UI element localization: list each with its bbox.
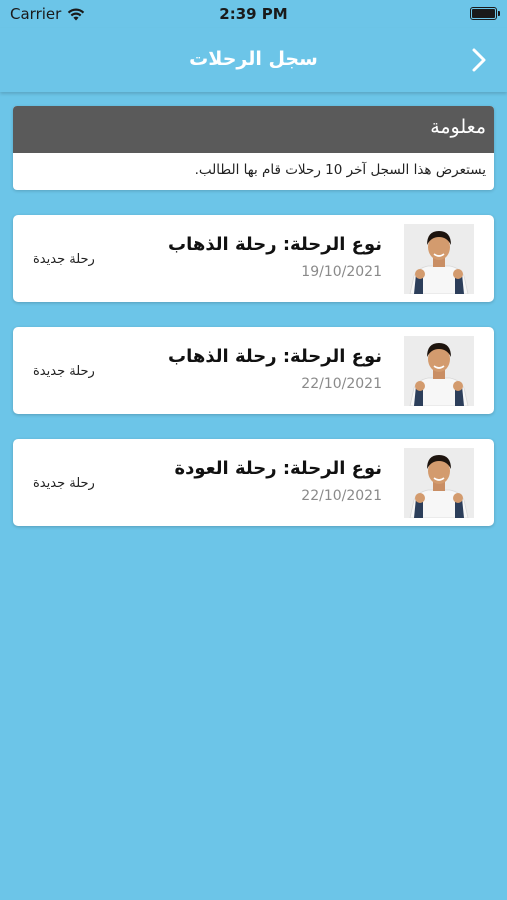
status-time: 2:39 PM: [219, 5, 288, 23]
student-avatar: [404, 224, 474, 294]
trip-title: نوع الرحلة: رحلة العودة: [174, 458, 382, 479]
info-title: معلومة: [13, 106, 494, 153]
nav-bar: سجل الرحلات: [0, 28, 507, 92]
trip-card[interactable]: نوع الرحلة: رحلة الذهاب 22/10/2021 رحلة …: [13, 327, 494, 414]
trip-status: رحلة جديدة: [33, 364, 95, 379]
page-title: سجل الرحلات: [189, 48, 318, 70]
info-card: معلومة يستعرض هذا السجل آخر 10 رحلات قام…: [13, 106, 494, 190]
info-text: يستعرض هذا السجل آخر 10 رحلات قام بها ال…: [194, 162, 486, 178]
trip-title: نوع الرحلة: رحلة الذهاب: [168, 234, 382, 255]
status-bar: Carrier 2:39 PM: [0, 0, 507, 28]
trip-status: رحلة جديدة: [33, 252, 95, 267]
student-avatar: [404, 336, 474, 406]
student-avatar: [404, 448, 474, 518]
trip-date: 22/10/2021: [301, 376, 382, 392]
trip-title: نوع الرحلة: رحلة الذهاب: [168, 346, 382, 367]
trip-card[interactable]: نوع الرحلة: رحلة العودة 22/10/2021 رحلة …: [13, 439, 494, 526]
trip-status: رحلة جديدة: [33, 476, 95, 491]
battery-icon: [470, 7, 500, 20]
trip-card[interactable]: نوع الرحلة: رحلة الذهاب 19/10/2021 رحلة …: [13, 215, 494, 302]
chevron-right-icon[interactable]: [469, 47, 489, 73]
trip-date: 22/10/2021: [301, 488, 382, 504]
trip-date: 19/10/2021: [301, 264, 382, 280]
